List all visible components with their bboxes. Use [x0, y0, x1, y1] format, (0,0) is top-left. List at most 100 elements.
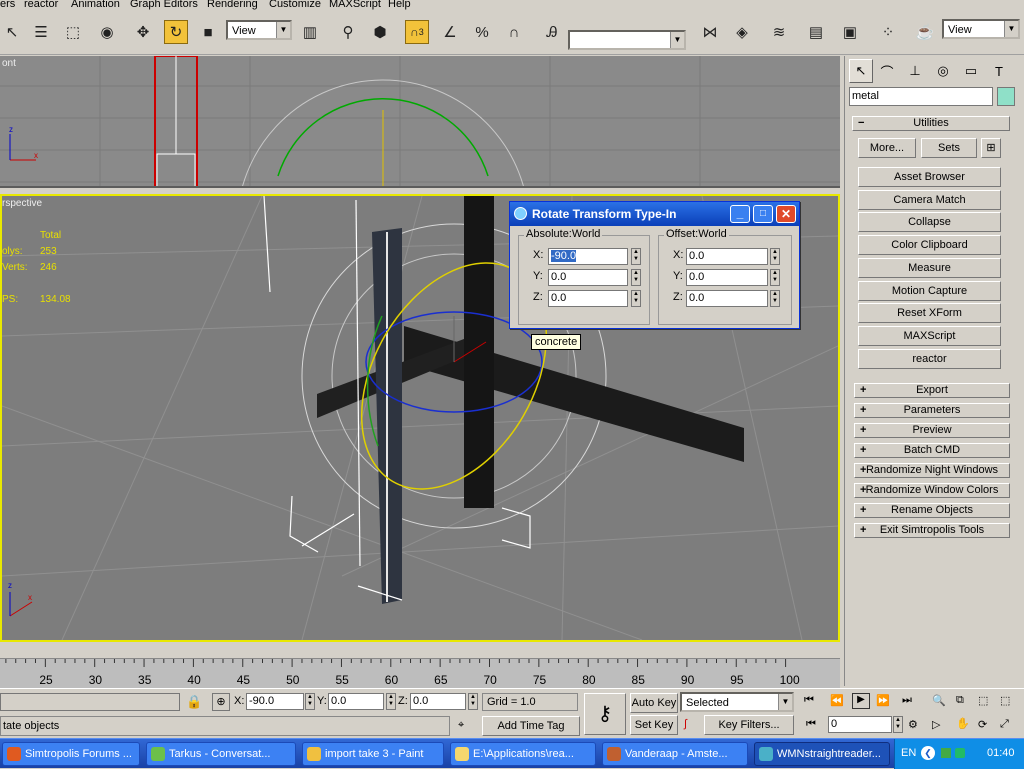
curve-editor-icon[interactable]: ▤: [804, 20, 828, 44]
spinner-arrows-icon[interactable]: ▲ ▼: [770, 269, 780, 286]
snap-toggle-icon[interactable]: ∩ 3: [405, 20, 429, 44]
object-color-swatch[interactable]: [997, 87, 1015, 106]
mirror-icon[interactable]: ⋈: [698, 20, 722, 44]
lock-icon[interactable]: 🔒: [186, 694, 202, 710]
key-filters-button[interactable]: Key Filters...: [704, 715, 794, 735]
taskbar-item[interactable]: import take 3 - Paint: [302, 742, 444, 766]
rollout-batch-cmd[interactable]: + Batch CMD: [854, 443, 1010, 458]
menu-customize[interactable]: Customize: [269, 0, 321, 11]
abs-y-field[interactable]: 0.0: [548, 269, 628, 286]
status-x-field[interactable]: -90.0: [246, 693, 304, 710]
rollout-exit-simtropolis-tools[interactable]: + Exit Simtropolis Tools: [854, 523, 1010, 538]
prev-frame-icon[interactable]: ⏪: [830, 694, 844, 707]
configure-sets-icon[interactable]: ⊞: [981, 138, 1001, 158]
offset-x-field[interactable]: 0.0: [686, 248, 768, 265]
field-of-view-icon[interactable]: ▷: [932, 718, 940, 731]
percent-snap-icon[interactable]: %: [470, 20, 494, 44]
display-tab-icon[interactable]: ▭: [959, 59, 983, 83]
dialog-title-bar[interactable]: Rotate Transform Type-In _ □ ✕: [510, 202, 799, 226]
object-name-field[interactable]: metal: [849, 87, 993, 106]
goto-start-icon[interactable]: ⏮: [804, 694, 814, 707]
named-selection-dropdown[interactable]: ▼: [568, 30, 686, 50]
spinner-arrows-icon[interactable]: ▲ ▼: [770, 290, 780, 307]
menu-graph-editors[interactable]: Graph Editors: [130, 0, 198, 11]
select-manipulate-icon[interactable]: ⚲: [336, 20, 360, 44]
rollout-parameters[interactable]: + Parameters: [854, 403, 1010, 418]
menu-reactor[interactable]: reactor: [24, 0, 58, 11]
key-mode-toggle-icon[interactable]: ⏮: [806, 718, 816, 731]
camera-match-button[interactable]: Camera Match: [858, 190, 1001, 210]
spinner-arrows-icon[interactable]: ▲ ▼: [631, 290, 641, 307]
key-mode-dropdown[interactable]: Selected ▼: [680, 692, 794, 712]
viewport-label[interactable]: rspective: [2, 198, 42, 209]
add-time-tag-button[interactable]: Add Time Tag: [482, 716, 580, 736]
arc-rotate-icon[interactable]: ⟳: [978, 718, 987, 731]
menu-rendering[interactable]: Rendering: [207, 0, 258, 11]
material-editor-icon[interactable]: ⁘: [876, 20, 900, 44]
close-icon[interactable]: ✕: [776, 205, 796, 223]
maximize-icon[interactable]: □: [753, 205, 773, 223]
status-z-field[interactable]: 0.0: [410, 693, 466, 710]
select-by-name-icon[interactable]: ☰: [29, 20, 53, 44]
time-config-icon[interactable]: ⚙: [908, 718, 918, 731]
render-type-dropdown[interactable]: View ▼: [942, 19, 1020, 39]
reactor-button[interactable]: reactor: [858, 349, 1001, 369]
spinner-arrows-icon[interactable]: ▲ ▼: [893, 716, 903, 733]
taskbar-item[interactable]: Simtropolis Forums ...: [2, 742, 140, 766]
menu-maxscript[interactable]: MAXScript: [329, 0, 381, 11]
pivot-icon[interactable]: ▥: [298, 20, 322, 44]
spinner-snap-icon[interactable]: ∩: [502, 20, 526, 44]
menu-help[interactable]: Help: [388, 0, 411, 11]
current-frame-field[interactable]: 0: [828, 716, 892, 733]
align-icon[interactable]: ◈: [730, 20, 754, 44]
language-indicator[interactable]: EN: [901, 747, 916, 759]
abs-x-field[interactable]: -90.0: [548, 248, 628, 265]
create-tab-icon[interactable]: ↖: [849, 59, 873, 83]
script-listener[interactable]: [0, 693, 180, 711]
zoom-icon[interactable]: 🔍: [932, 694, 946, 707]
rotate-icon[interactable]: ↻: [164, 20, 188, 44]
utilities-rollout[interactable]: − Utilities: [852, 116, 1010, 131]
key-tangent-icon[interactable]: ∫: [684, 718, 687, 730]
play-icon[interactable]: ▶: [852, 693, 870, 709]
measure-button[interactable]: Measure: [858, 258, 1001, 278]
spinner-arrows-icon[interactable]: ▲ ▼: [468, 693, 478, 710]
tray-icon[interactable]: [955, 748, 965, 758]
sets-button[interactable]: Sets: [921, 138, 977, 158]
reset-xform-button[interactable]: Reset XForm: [858, 303, 1001, 323]
window-crossing-icon[interactable]: ◉: [95, 20, 119, 44]
utilities-tab-icon[interactable]: T: [987, 59, 1011, 83]
schematic-view-icon[interactable]: ▣: [838, 20, 862, 44]
tray-icon[interactable]: [941, 748, 951, 758]
modify-tab-icon[interactable]: ⌒: [875, 59, 899, 83]
menu-users[interactable]: ers: [0, 0, 15, 11]
spinner-arrows-icon[interactable]: ▲ ▼: [305, 693, 315, 710]
taskbar-item[interactable]: Tarkus - Conversat...: [146, 742, 296, 766]
asset-browser-button[interactable]: Asset Browser: [858, 167, 1001, 187]
absolute-mode-icon[interactable]: ⊕: [212, 693, 230, 711]
rollout-export[interactable]: + Export: [854, 383, 1010, 398]
offset-y-field[interactable]: 0.0: [686, 269, 768, 286]
rollout-randomize-window-colors[interactable]: + Randomize Window Colors: [854, 483, 1010, 498]
viewport-label[interactable]: ont: [2, 58, 16, 69]
pan-icon[interactable]: ✋: [956, 717, 970, 730]
spinner-arrows-icon[interactable]: ▲ ▼: [631, 269, 641, 286]
keyboard-shortcut-icon[interactable]: ⬢: [368, 20, 392, 44]
front-viewport[interactable]: z x ont: [0, 56, 840, 188]
render-teapot-icon[interactable]: ☕: [913, 20, 937, 44]
zoom-extents-icon[interactable]: ⬚: [978, 694, 988, 707]
track-bar[interactable]: 25 30 35 40 45 50 55 60 65 70 75 80 85 90 95 100: [0, 658, 840, 688]
status-y-field[interactable]: 0.0: [328, 693, 384, 710]
select-arrow-icon[interactable]: ↖: [0, 20, 24, 44]
collapse-button[interactable]: Collapse: [858, 212, 1001, 232]
taskbar-item[interactable]: E:\Applications\rea...: [450, 742, 596, 766]
chevron-left-icon[interactable]: ❮: [921, 746, 935, 760]
motion-tab-icon[interactable]: ◎: [931, 59, 955, 83]
taskbar-item[interactable]: Vanderaap - Amste...: [602, 742, 748, 766]
spinner-arrows-icon[interactable]: ▲ ▼: [386, 693, 396, 710]
maximize-viewport-icon[interactable]: ⤢: [1000, 718, 1009, 731]
auto-key-button[interactable]: Auto Key: [630, 693, 678, 713]
goto-end-icon[interactable]: ⏭: [902, 694, 912, 707]
layer-manager-icon[interactable]: ≋: [767, 20, 791, 44]
motion-capture-button[interactable]: Motion Capture: [858, 281, 1001, 301]
